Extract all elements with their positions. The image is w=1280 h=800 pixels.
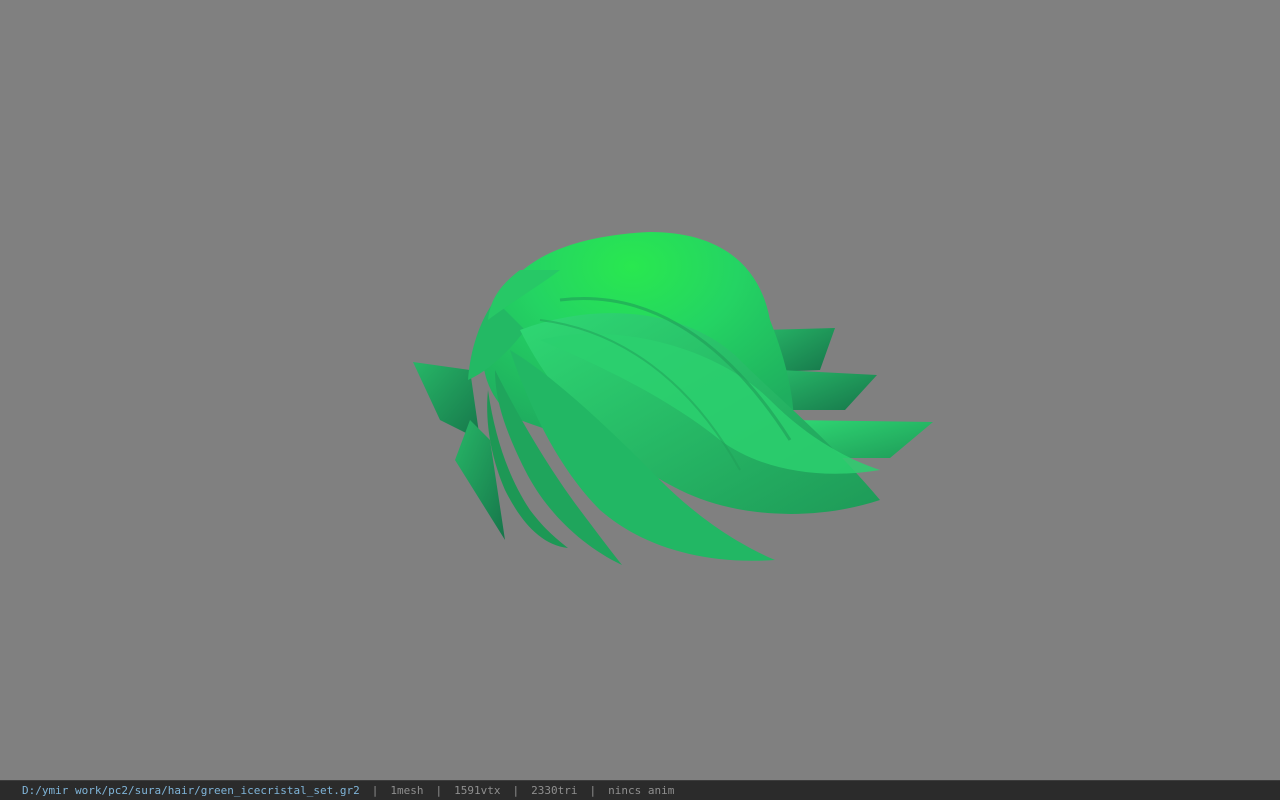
mesh-label: mesh [397, 784, 424, 797]
separator: | [589, 784, 597, 797]
status-bar: D:/ymir work/pc2/sura/hair/green_icecris… [0, 780, 1280, 800]
vertex-count: 1591 [454, 784, 481, 797]
animation-status: nincs anim [608, 784, 675, 797]
vertex-count-field: 1591 vtx [454, 784, 500, 797]
hair-model-render [413, 232, 933, 565]
3d-viewport[interactable] [0, 0, 1280, 780]
vertex-label: vtx [480, 784, 501, 797]
separator: | [371, 784, 379, 797]
separator: | [435, 784, 443, 797]
mesh-count: 1 [390, 784, 398, 797]
mesh-count-field: 1 mesh [390, 784, 423, 797]
triangle-label: tri [557, 784, 578, 797]
triangle-count-field: 2330 tri [531, 784, 577, 797]
separator: | [512, 784, 520, 797]
triangle-count: 2330 [531, 784, 558, 797]
file-path-label: D:/ymir work/pc2/sura/hair/green_icecris… [22, 784, 360, 797]
